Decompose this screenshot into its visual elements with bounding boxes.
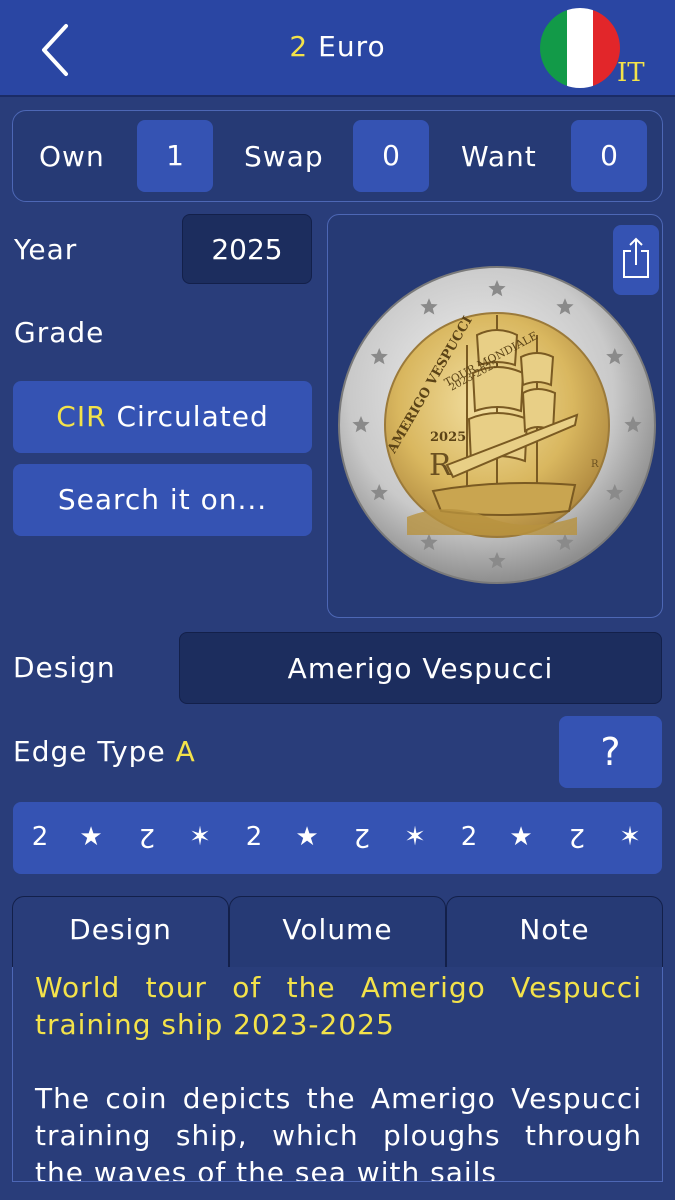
country-code: IT xyxy=(617,58,645,88)
grade-name: Circulated xyxy=(116,400,269,433)
tab-content-design: World tour of the Amerigo Vespucci train… xyxy=(12,967,663,1182)
edge-glyph: 2 xyxy=(568,822,586,852)
edge-glyph: 2 xyxy=(245,822,263,852)
own-label: Own xyxy=(39,140,105,173)
edge-glyph: ✶ xyxy=(619,822,641,852)
edge-glyph: ★ xyxy=(509,822,533,852)
edge-glyph: 2 xyxy=(353,822,371,852)
tab-volume[interactable]: Volume xyxy=(229,896,446,968)
edge-glyph: 2 xyxy=(138,822,156,852)
collection-counters xyxy=(12,110,663,202)
denomination-value: 2 xyxy=(289,30,309,63)
want-count[interactable]: 0 xyxy=(571,120,647,192)
swap-label: Swap xyxy=(244,140,324,173)
edge-glyph: ✶ xyxy=(189,822,211,852)
tab-note[interactable]: Note xyxy=(446,896,663,968)
year-field[interactable]: 2025 xyxy=(182,214,312,284)
edge-help-button[interactable]: ? xyxy=(559,716,662,788)
edge-type-text: Edge Type xyxy=(13,735,166,768)
design-description: The coin depicts the Amerigo Vespucci tr… xyxy=(35,1082,642,1182)
design-label: Design xyxy=(13,651,116,684)
edge-glyph: 2 xyxy=(31,822,49,852)
own-count[interactable]: 1 xyxy=(137,120,213,192)
italy-flag-icon[interactable] xyxy=(540,8,620,88)
grade-button[interactable]: CIR Circulated xyxy=(13,381,312,453)
coin-mint-mark: R xyxy=(591,459,599,470)
tab-design[interactable]: Design xyxy=(12,896,229,968)
grade-code: CIR xyxy=(56,400,107,433)
want-label: Want xyxy=(461,140,537,173)
swap-count[interactable]: 0 xyxy=(353,120,429,192)
denomination-unit: Euro xyxy=(318,30,386,63)
design-field[interactable]: Amerigo Vespucci xyxy=(179,632,662,704)
share-button[interactable] xyxy=(613,225,659,295)
edge-type-code: A xyxy=(175,735,196,768)
grade-label: Grade xyxy=(14,316,105,349)
edge-glyph: 2 xyxy=(460,822,478,852)
share-icon xyxy=(623,237,649,278)
edge-type-label: Edge Type A xyxy=(13,735,196,768)
coin-year: 2025 xyxy=(430,430,466,445)
edge-glyph: ★ xyxy=(79,822,103,852)
ship-coin-icon[interactable]: 2025 R R AMERIGO VESPUCCI TOUR MONDIALE … xyxy=(337,265,657,585)
year-label: Year xyxy=(14,233,78,266)
coin-monogram: R xyxy=(429,448,453,483)
search-it-on-button[interactable]: Search it on... xyxy=(13,464,312,536)
edge-glyph: ★ xyxy=(295,822,319,852)
design-title: World tour of the Amerigo Vespucci train… xyxy=(35,971,642,1041)
edge-glyph: ✶ xyxy=(404,822,426,852)
